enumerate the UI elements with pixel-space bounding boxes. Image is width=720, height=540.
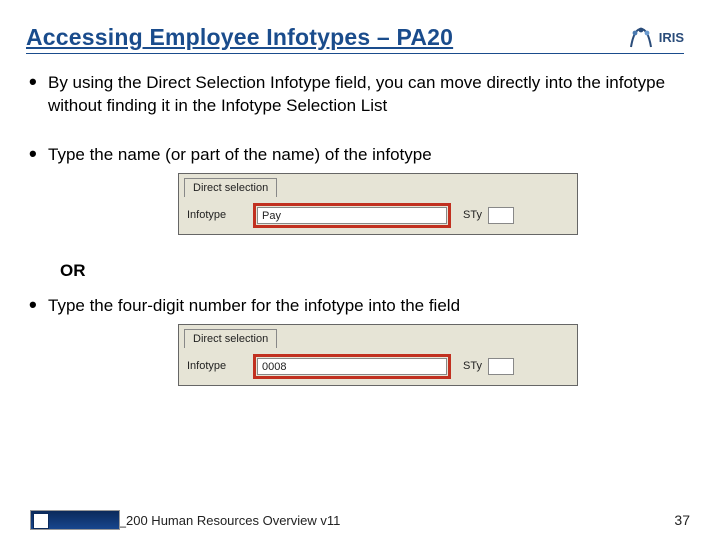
- infotype-input-highlight: Pay: [253, 203, 451, 228]
- tab-direct-selection[interactable]: Direct selection: [184, 178, 277, 197]
- infotype-label-2: Infotype: [187, 359, 247, 374]
- sty-input[interactable]: [488, 207, 514, 224]
- bullet-2-text: Type the name (or part of the name) of t…: [48, 145, 432, 164]
- infotype-input-highlight-2: 0008: [253, 354, 451, 379]
- or-separator: OR: [60, 261, 684, 281]
- iris-logo: IRIS: [627, 27, 684, 49]
- bullet-1: By using the Direct Selection Infotype f…: [26, 72, 684, 118]
- tab-direct-selection-2[interactable]: Direct selection: [184, 329, 277, 348]
- page-title: Accessing Employee Infotypes – PA20: [26, 24, 453, 51]
- sty-label-2: STy: [463, 359, 482, 374]
- page-number: 37: [674, 512, 690, 528]
- university-kentucky-badge: [30, 510, 120, 530]
- sap-direct-selection-box: Direct selection Infotype Pay STy: [178, 173, 578, 235]
- title-row: Accessing Employee Infotypes – PA20 IRIS: [26, 24, 684, 54]
- sap-direct-selection-box-2: Direct selection Infotype 0008 STy: [178, 324, 578, 386]
- logo-text: IRIS: [659, 30, 684, 45]
- bullet-3-text: Type the four-digit number for the infot…: [48, 296, 460, 315]
- course-code: HR_200 Human Resources Overview v11: [100, 513, 340, 528]
- infotype-input-2[interactable]: 0008: [257, 358, 447, 375]
- infotype-input[interactable]: Pay: [257, 207, 447, 224]
- infotype-label: Infotype: [187, 208, 247, 223]
- bullet-3: Type the four-digit number for the infot…: [26, 295, 684, 386]
- sty-label: STy: [463, 208, 482, 223]
- sty-input-2[interactable]: [488, 358, 514, 375]
- bullet-2: Type the name (or part of the name) of t…: [26, 144, 684, 235]
